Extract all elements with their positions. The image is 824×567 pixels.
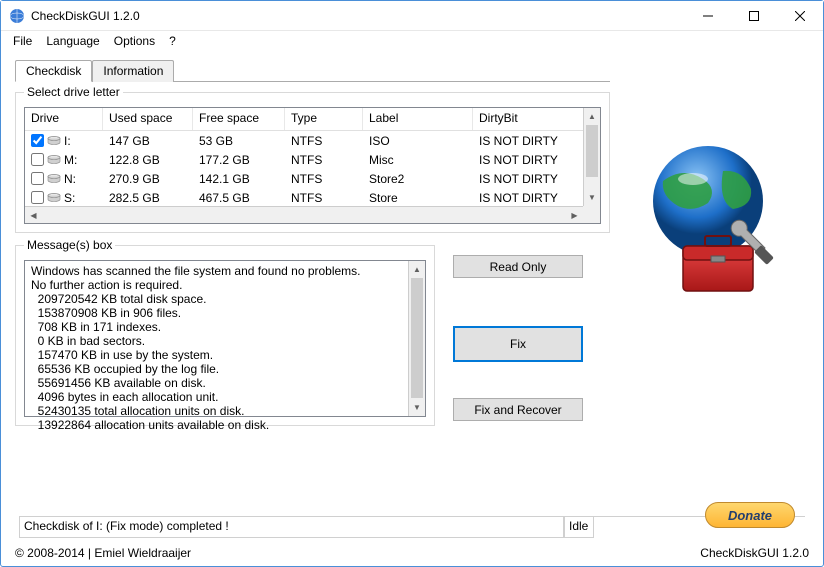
drive-used: 282.5 GB	[103, 191, 193, 205]
drive-label: Misc	[363, 153, 473, 167]
col-used[interactable]: Used space	[103, 108, 193, 130]
drive-label: Store2	[363, 172, 473, 186]
version-text: CheckDiskGUI 1.2.0	[700, 546, 809, 560]
tab-information[interactable]: Information	[92, 60, 174, 82]
message-line: 708 KB in 171 indexes.	[31, 320, 405, 334]
drive-used: 270.9 GB	[103, 172, 193, 186]
drive-letter: N:	[64, 172, 76, 186]
menu-options[interactable]: Options	[108, 32, 161, 50]
menu-bar: File Language Options ?	[1, 31, 823, 51]
drive-letter: S:	[64, 191, 75, 205]
drive-row[interactable]: I: 147 GB53 GBNTFSISOIS NOT DIRTY	[25, 131, 583, 150]
drive-checkbox[interactable]	[31, 191, 44, 204]
donate-button[interactable]: Donate	[705, 502, 795, 528]
drive-list[interactable]: Drive Used space Free space Type Label D…	[24, 107, 601, 224]
drive-free: 177.2 GB	[193, 153, 285, 167]
message-group-legend: Message(s) box	[24, 238, 115, 252]
menu-help[interactable]: ?	[163, 32, 182, 50]
status-state: Idle	[564, 517, 594, 538]
drive-row[interactable]: N: 270.9 GB142.1 GBNTFSStore2IS NOT DIRTY	[25, 169, 583, 188]
read-only-button[interactable]: Read Only	[453, 255, 583, 278]
drive-free: 53 GB	[193, 134, 285, 148]
drive-type: NTFS	[285, 172, 363, 186]
drive-label: ISO	[363, 134, 473, 148]
fix-and-recover-button[interactable]: Fix and Recover	[453, 398, 583, 421]
col-label[interactable]: Label	[363, 108, 473, 130]
drive-type: NTFS	[285, 191, 363, 205]
drive-dirtybit: IS NOT DIRTY	[473, 153, 583, 167]
drive-horizontal-scrollbar[interactable]: ◀ ▶	[25, 206, 583, 223]
message-textbox[interactable]: Windows has scanned the file system and …	[24, 260, 426, 417]
drive-checkbox[interactable]	[31, 134, 44, 147]
fix-button[interactable]: Fix	[453, 326, 583, 362]
drive-dirtybit: IS NOT DIRTY	[473, 134, 583, 148]
scroll-up-icon[interactable]: ▲	[584, 108, 600, 125]
drive-used: 122.8 GB	[103, 153, 193, 167]
message-line: No further action is required.	[31, 278, 405, 292]
status-bar: Checkdisk of I: (Fix mode) completed ! I…	[19, 516, 805, 538]
drive-label: Store	[363, 191, 473, 205]
footer: © 2008-2014 | Emiel Wieldraaijer CheckDi…	[15, 546, 809, 560]
drive-letter: M:	[64, 153, 77, 167]
window-title: CheckDiskGUI 1.2.0	[31, 9, 685, 23]
scroll-thumb[interactable]	[411, 278, 423, 398]
scroll-down-icon[interactable]: ▼	[584, 189, 600, 206]
message-line: 153870908 KB in 906 files.	[31, 306, 405, 320]
maximize-button[interactable]	[731, 1, 777, 31]
message-vertical-scrollbar[interactable]: ▲ ▼	[408, 261, 425, 416]
message-line: 65536 KB occupied by the log file.	[31, 362, 405, 376]
drive-checkbox[interactable]	[31, 172, 44, 185]
drive-free: 467.5 GB	[193, 191, 285, 205]
drive-group-legend: Select drive letter	[24, 85, 123, 99]
message-line: 0 KB in bad sectors.	[31, 334, 405, 348]
close-button[interactable]	[777, 1, 823, 31]
message-line: 4096 bytes in each allocation unit.	[31, 390, 405, 404]
col-free[interactable]: Free space	[193, 108, 285, 130]
status-main: Checkdisk of I: (Fix mode) completed !	[19, 517, 564, 538]
drive-dirtybit: IS NOT DIRTY	[473, 172, 583, 186]
drive-row[interactable]: S: 282.5 GB467.5 GBNTFSStoreIS NOT DIRTY	[25, 188, 583, 206]
message-line: 209720542 KB total disk space.	[31, 292, 405, 306]
col-drive[interactable]: Drive	[25, 108, 103, 130]
globe-toolbox-art	[633, 141, 783, 301]
message-line: 55691456 KB available on disk.	[31, 376, 405, 390]
message-groupbox: Message(s) box Windows has scanned the f…	[15, 245, 435, 426]
drive-row[interactable]: M: 122.8 GB177.2 GBNTFSMiscIS NOT DIRTY	[25, 150, 583, 169]
scroll-right-icon[interactable]: ▶	[566, 211, 583, 220]
drive-free: 142.1 GB	[193, 172, 285, 186]
drive-dirtybit: IS NOT DIRTY	[473, 191, 583, 205]
drive-checkbox[interactable]	[31, 153, 44, 166]
message-line: 157470 KB in use by the system.	[31, 348, 405, 362]
app-icon	[9, 8, 25, 24]
col-type[interactable]: Type	[285, 108, 363, 130]
scroll-thumb[interactable]	[586, 125, 598, 177]
scroll-down-icon[interactable]: ▼	[409, 399, 425, 416]
scroll-left-icon[interactable]: ◀	[25, 211, 42, 220]
drive-type: NTFS	[285, 153, 363, 167]
message-line: Windows has scanned the file system and …	[31, 264, 405, 278]
drive-list-header: Drive Used space Free space Type Label D…	[25, 108, 600, 131]
scroll-corner	[583, 206, 600, 223]
drive-vertical-scrollbar[interactable]: ▲ ▼	[583, 108, 600, 206]
drive-letter: I:	[64, 134, 71, 148]
scroll-up-icon[interactable]: ▲	[409, 261, 425, 278]
drive-used: 147 GB	[103, 134, 193, 148]
drive-groupbox: Select drive letter Drive Used space Fre…	[15, 92, 610, 233]
minimize-button[interactable]	[685, 1, 731, 31]
tab-checkdisk[interactable]: Checkdisk	[15, 60, 92, 82]
window-titlebar: CheckDiskGUI 1.2.0	[1, 1, 823, 31]
message-line: 52430135 total allocation units on disk.	[31, 404, 405, 418]
copyright-text: © 2008-2014 | Emiel Wieldraaijer	[15, 546, 191, 560]
menu-file[interactable]: File	[7, 32, 38, 50]
col-dirty[interactable]: DirtyBit	[473, 108, 600, 130]
message-line: 13922864 allocation units available on d…	[31, 418, 405, 432]
tab-strip: Checkdisk Information	[15, 59, 610, 82]
drive-type: NTFS	[285, 134, 363, 148]
menu-language[interactable]: Language	[40, 32, 105, 50]
